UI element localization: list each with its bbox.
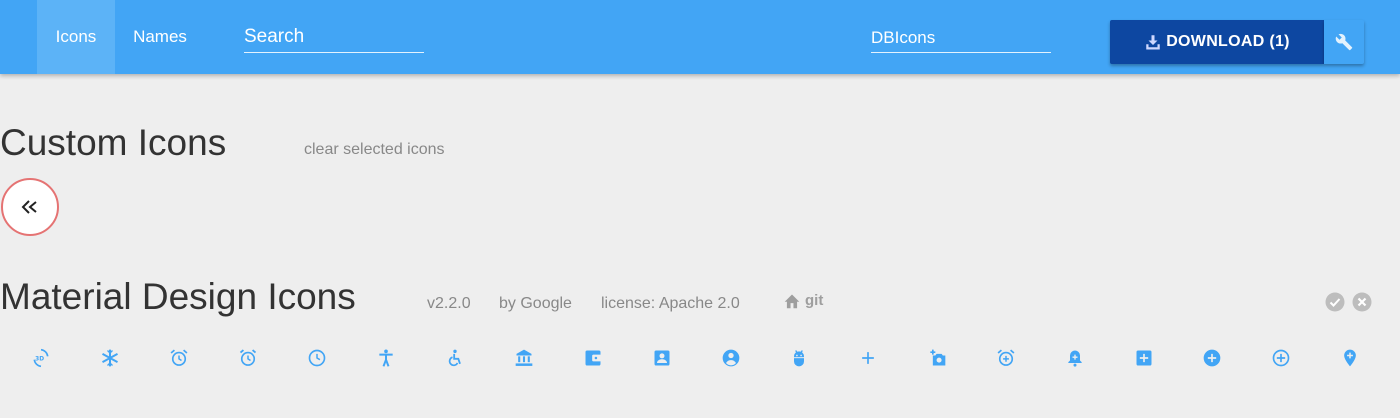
add-alarm-icon <box>997 349 1015 366</box>
icon-cell[interactable] <box>230 340 266 376</box>
select-all-check-icon[interactable] <box>1325 292 1345 312</box>
3d-rotation-icon: 3D <box>33 348 49 368</box>
download-button[interactable]: DOWNLOAD (1) <box>1110 20 1324 64</box>
ac-unit-icon <box>102 349 118 367</box>
download-icon <box>1146 35 1160 50</box>
tab-names[interactable]: Names <box>120 0 200 74</box>
download-label: DOWNLOAD (1) <box>1166 33 1290 50</box>
add-circle-outline-icon <box>1272 349 1290 367</box>
clear-selected-link[interactable]: clear selected icons <box>304 141 445 159</box>
icon-cell[interactable] <box>644 340 680 376</box>
double-chevron-left-icon <box>21 200 37 214</box>
font-name-input[interactable] <box>871 26 1051 50</box>
home-icon <box>784 293 800 308</box>
icon-cell[interactable] <box>919 340 955 376</box>
icon-cell[interactable] <box>1263 340 1299 376</box>
account-balance-icon <box>515 349 533 366</box>
custom-icons-heading: Custom Icons <box>0 122 227 163</box>
icon-cell[interactable]: 3D <box>23 340 59 376</box>
wrench-icon <box>1335 33 1353 51</box>
add-icon <box>862 352 874 364</box>
adb-icon <box>794 350 804 367</box>
icon-set-license: license: Apache 2.0 <box>601 295 740 312</box>
icon-cell[interactable] <box>1126 340 1162 376</box>
account-box-icon <box>654 350 670 366</box>
icon-cell[interactable] <box>1332 340 1368 376</box>
add-circle-icon <box>1203 349 1221 367</box>
material-icons-heading: Material Design Icons <box>0 276 356 317</box>
icon-cell[interactable] <box>1057 340 1093 376</box>
icon-cell[interactable] <box>299 340 335 376</box>
icon-cell[interactable] <box>575 340 611 376</box>
icon-cell[interactable] <box>781 340 817 376</box>
icon-cell[interactable] <box>161 340 197 376</box>
add-location-icon <box>1344 349 1356 367</box>
icon-cell[interactable] <box>988 340 1024 376</box>
access-alarms-icon <box>239 349 257 366</box>
icon-set-version: v2.2.0 <box>427 295 471 312</box>
add-box-icon <box>1136 350 1152 366</box>
git-label: git <box>805 292 824 309</box>
settings-button[interactable] <box>1324 20 1364 64</box>
icon-cell[interactable] <box>92 340 128 376</box>
svg-text:3D: 3D <box>35 357 44 363</box>
add-a-photo-icon <box>930 349 946 366</box>
icon-cell[interactable] <box>368 340 404 376</box>
icon-set-author: by Google <box>499 295 572 312</box>
icon-cell[interactable] <box>506 340 542 376</box>
add-alert-icon <box>1068 350 1082 367</box>
tab-icons[interactable]: Icons <box>37 0 115 74</box>
material-icon-grid: 3D <box>0 340 1400 376</box>
font-name-field <box>871 26 1051 53</box>
access-alarm-icon <box>170 349 188 366</box>
selected-custom-icon[interactable] <box>1 178 59 236</box>
icon-cell[interactable] <box>713 340 749 376</box>
account-circle-icon <box>722 349 740 367</box>
accessible-icon <box>448 349 461 367</box>
access-time-icon <box>308 349 326 367</box>
accessibility-icon <box>379 349 393 367</box>
deselect-all-cancel-icon[interactable] <box>1352 292 1372 312</box>
search-input[interactable] <box>244 24 424 50</box>
git-link[interactable]: git <box>783 292 823 309</box>
icon-cell[interactable] <box>850 340 886 376</box>
top-app-bar: Icons Names DOWNLOAD (1) <box>0 0 1400 74</box>
icon-cell[interactable] <box>437 340 473 376</box>
account-balance-wallet-icon <box>585 350 602 366</box>
icon-cell[interactable] <box>1194 340 1230 376</box>
search-field <box>244 24 424 53</box>
